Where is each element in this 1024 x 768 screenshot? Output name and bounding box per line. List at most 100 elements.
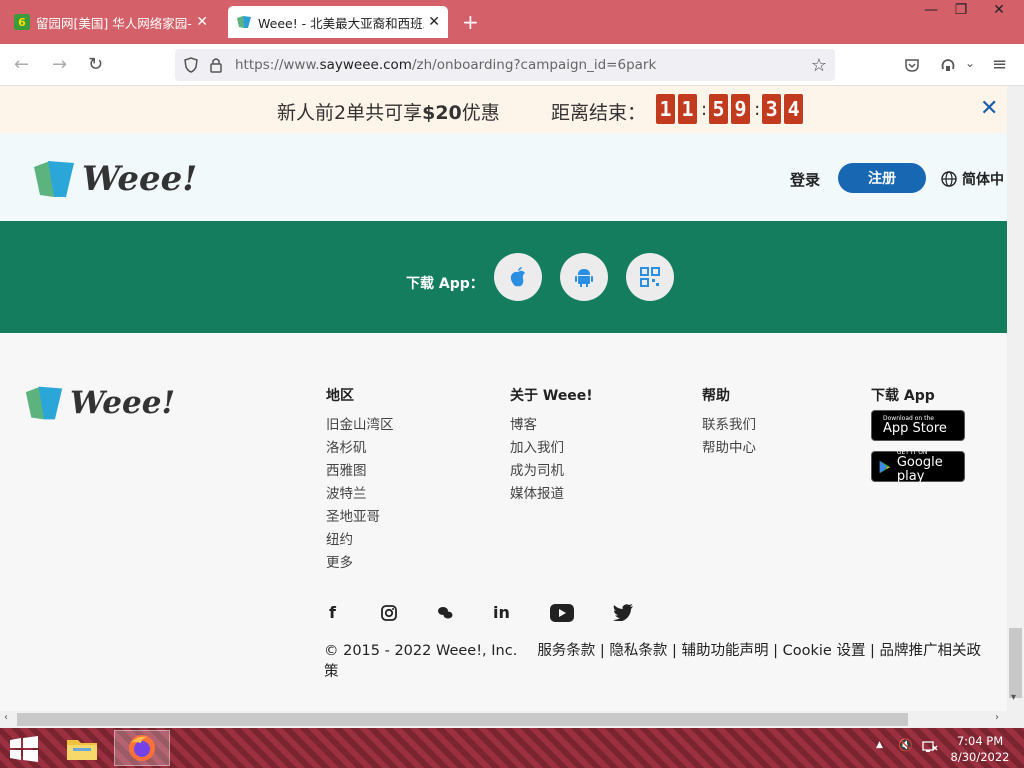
windows-start-icon[interactable]	[10, 736, 38, 762]
tab-close-icon[interactable]: ✕	[196, 14, 208, 30]
taskbar-clock[interactable]: 7:04 PM 8/30/2022	[950, 733, 1010, 765]
copyright-text: © 2015 - 2022 Weee!, Inc.	[324, 643, 518, 659]
minimize-icon[interactable]: —	[916, 2, 946, 22]
volume-muted-icon[interactable]: 🔇	[898, 738, 913, 752]
clock-date: 8/30/2022	[950, 750, 1010, 764]
youtube-icon[interactable]	[550, 604, 574, 622]
scroll-down-arrow-icon[interactable]: ▾	[1011, 692, 1016, 703]
vertical-scroll-thumb[interactable]	[1009, 628, 1022, 698]
footer-link[interactable]: 帮助中心	[702, 437, 756, 460]
tab-close-icon[interactable]: ✕	[428, 14, 440, 30]
pocket-icon[interactable]	[904, 57, 920, 73]
footer-column-regions: 地区 旧金山湾区 洛杉矶 西雅图 波特兰 圣地亚哥 纽约 更多	[326, 385, 394, 575]
wechat-icon[interactable]	[437, 605, 453, 621]
footer-column-title: 下载 App	[871, 388, 935, 404]
url-text: https://www.sayweee.com/zh/onboarding?ca…	[235, 57, 657, 73]
countdown-timer: 1 1 : 5 9 : 3 4	[656, 94, 806, 124]
globe-icon	[941, 171, 957, 187]
apple-download-button[interactable]	[494, 253, 542, 301]
android-download-button[interactable]	[560, 253, 608, 301]
download-app-label: 下载 App：	[406, 276, 484, 292]
app-store-badge[interactable]: Download on the App Store	[871, 410, 965, 441]
taskbar-firefox[interactable]	[114, 730, 170, 766]
android-icon	[575, 269, 593, 287]
countdown-separator: :	[754, 98, 761, 120]
new-tab-plus-icon[interactable]: +	[462, 10, 479, 34]
tracking-shield-icon[interactable]	[183, 57, 199, 73]
folder-icon	[67, 740, 97, 760]
weee-logo-icon	[25, 386, 63, 420]
horizontal-scroll-thumb[interactable]	[17, 713, 908, 726]
apple-icon	[510, 267, 525, 287]
tray-expand-icon[interactable]: ▲	[876, 740, 883, 750]
clock-time: 7:04 PM	[956, 734, 1004, 748]
countdown-label: 距离结束：	[551, 102, 647, 124]
instagram-icon[interactable]	[381, 605, 397, 621]
url-bar[interactable]: https://www.sayweee.com/zh/onboarding?ca…	[175, 49, 835, 81]
footer-link[interactable]: 波特兰	[326, 483, 394, 506]
network-icon[interactable]	[922, 740, 938, 754]
language-selector[interactable]: 简体中	[941, 169, 1004, 189]
weee-favicon-icon	[236, 14, 252, 30]
footer-column-help: 帮助 联系我们 帮助中心	[702, 385, 756, 460]
lock-icon[interactable]	[209, 57, 223, 73]
site-footer: Weee! 地区 旧金山湾区 洛杉矶 西雅图 波特兰 圣地亚哥 纽约 更多 关于…	[0, 333, 1007, 711]
countdown-separator: :	[701, 98, 708, 120]
scroll-left-arrow-icon[interactable]: ‹	[4, 712, 8, 723]
footer-column-title: 关于 Weee!	[510, 388, 593, 404]
language-label: 简体中	[962, 172, 1004, 188]
bookmark-star-icon[interactable]: ☆	[811, 55, 827, 76]
qrcode-download-button[interactable]	[626, 253, 674, 301]
weee-logo-icon	[34, 161, 74, 197]
restore-icon[interactable]: ❐	[946, 2, 976, 22]
footer-link[interactable]: 博客	[510, 414, 593, 437]
weee-logo[interactable]: Weee!	[32, 157, 197, 201]
footer-link[interactable]: 加入我们	[510, 437, 593, 460]
scroll-right-arrow-icon[interactable]: ›	[995, 712, 999, 723]
horizontal-scrollbar[interactable]: ‹ ›	[0, 711, 1024, 728]
extensions-icon[interactable]	[940, 57, 956, 73]
6park-favicon-icon: 6	[14, 14, 30, 30]
footer-column-title: 帮助	[702, 388, 730, 404]
footer-link[interactable]: 洛杉矶	[326, 437, 394, 460]
download-app-band: 下载 App：	[0, 221, 1007, 333]
forward-arrow-icon[interactable]: →	[52, 54, 67, 75]
linkedin-icon[interactable]: in	[493, 603, 510, 622]
browser-navbar: ← → ↻ https://www.sayweee.com/zh/onboard…	[0, 44, 1024, 86]
facebook-icon[interactable]: f	[329, 603, 336, 622]
footer-link[interactable]: 媒体报道	[510, 483, 593, 506]
footer-link[interactable]: 纽约	[326, 529, 394, 552]
twitter-icon[interactable]	[613, 604, 633, 621]
footer-link[interactable]: 成为司机	[510, 460, 593, 483]
google-play-icon	[879, 460, 891, 473]
logo-wordmark: Weee!	[70, 385, 176, 421]
signup-button[interactable]: 注册	[838, 163, 926, 193]
vertical-scrollbar[interactable]: ▾	[1007, 86, 1024, 711]
countdown-digit: 9	[731, 94, 751, 124]
footer-link[interactable]: 旧金山湾区	[326, 414, 394, 437]
back-arrow-icon[interactable]: ←	[14, 54, 29, 75]
tab-6park[interactable]: 6 留园网[美国] 华人网络家园-6park ✕	[6, 6, 216, 38]
window-close-icon[interactable]: ✕	[984, 2, 1014, 22]
taskbar-file-explorer[interactable]	[54, 730, 110, 766]
google-play-badge[interactable]: GET IT ON Google play	[871, 449, 965, 484]
footer-link[interactable]: 联系我们	[702, 414, 756, 437]
qrcode-icon	[640, 267, 660, 287]
footer-link[interactable]: 圣地亚哥	[326, 506, 394, 529]
countdown-digit: 1	[656, 94, 675, 124]
promo-text: 新人前2单共可享$20优惠	[277, 102, 500, 124]
countdown-digit: 4	[784, 94, 804, 124]
footer-column-about: 关于 Weee! 博客 加入我们 成为司机 媒体报道	[510, 385, 593, 506]
reload-icon[interactable]: ↻	[88, 54, 103, 75]
windows-taskbar: ▲ 🔇 7:04 PM 8/30/2022	[0, 728, 1024, 768]
footer-link[interactable]: 更多	[326, 552, 394, 575]
site-header: Weee! 登录 注册 简体中	[0, 133, 1007, 221]
badge-big-text: App Store	[883, 421, 947, 436]
footer-link[interactable]: 西雅图	[326, 460, 394, 483]
promo-close-icon[interactable]: ✕	[980, 96, 998, 121]
chevron-down-icon[interactable]: ⌄	[965, 56, 975, 70]
menu-icon[interactable]: ≡	[992, 54, 1007, 75]
login-link[interactable]: 登录	[790, 169, 820, 190]
footer-weee-logo[interactable]: Weee!	[24, 383, 175, 423]
tab-weee[interactable]: Weee! - 北美最大亚裔和西班牙裔 ✕	[228, 6, 448, 38]
